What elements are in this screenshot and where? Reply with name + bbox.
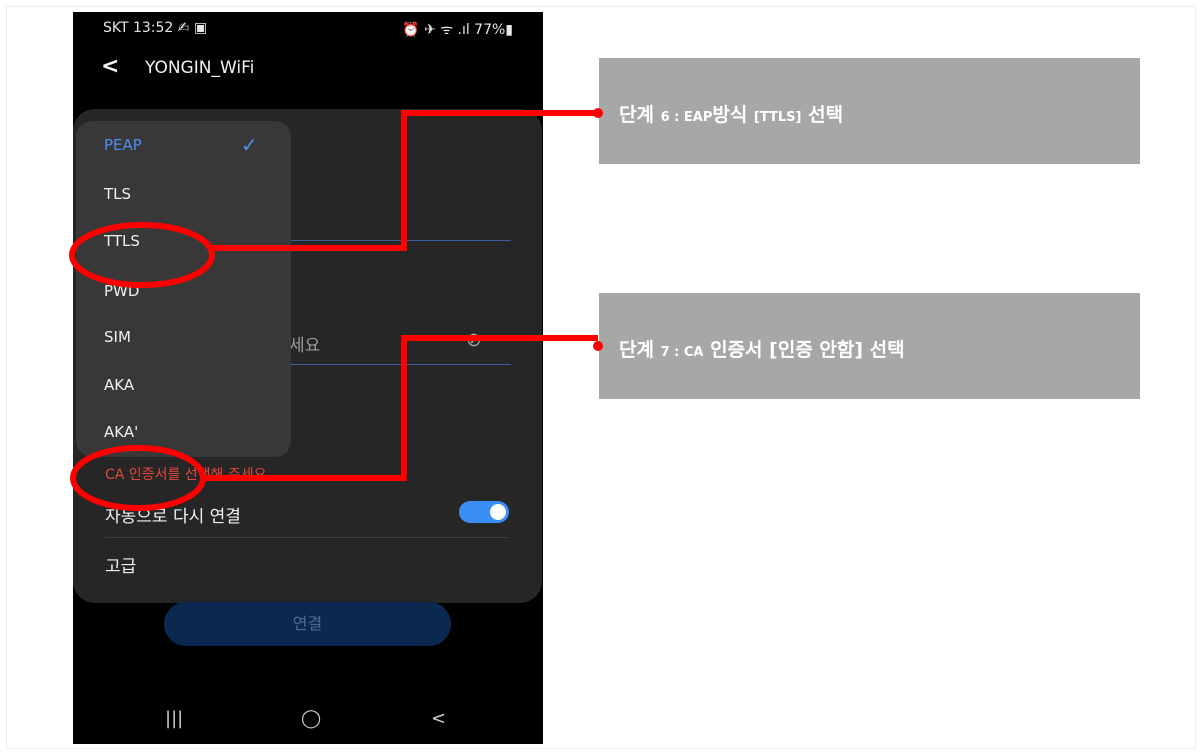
annotation-overlay (69, 108, 603, 511)
connector-step-6 (212, 110, 598, 251)
connector-step-7 (203, 335, 598, 481)
ttls-highlight-ellipse (69, 222, 215, 288)
connector-dot-step-7 (593, 341, 603, 351)
ca-cert-highlight-ellipse (70, 445, 206, 511)
connector-dot-step-6 (593, 108, 603, 118)
